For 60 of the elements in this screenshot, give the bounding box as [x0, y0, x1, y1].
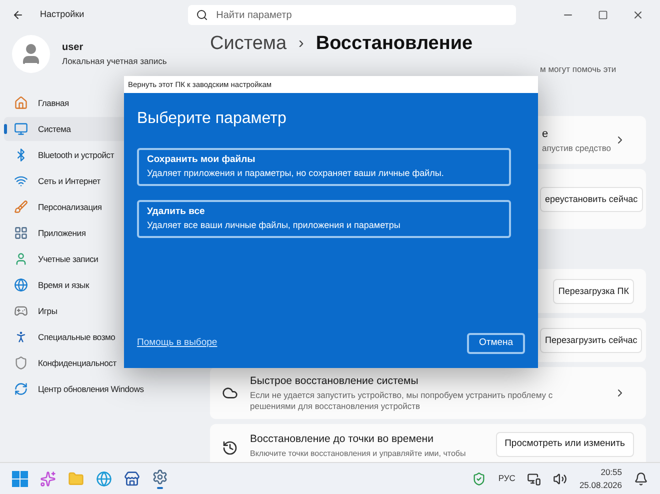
- breadcrumb-parent[interactable]: Система: [210, 30, 287, 58]
- start-icon[interactable]: [12, 470, 28, 486]
- speaker-icon[interactable]: [553, 472, 568, 486]
- sparkle-icon[interactable]: [40, 470, 56, 486]
- selection-indicator: [4, 124, 7, 134]
- bell-icon[interactable]: [634, 472, 648, 486]
- gear-icon[interactable]: [152, 468, 168, 484]
- card-description: Включите точки восстановления и управляйте ими, чтобы: [250, 448, 467, 460]
- shield-icon: [14, 356, 28, 370]
- cancel-button[interactable]: Отмена: [467, 333, 525, 354]
- action-button[interactable]: Перезагрузка ПК: [553, 278, 634, 304]
- window-title: Настройки: [40, 8, 84, 22]
- setting-card[interactable]: Быстрое восстановление системы Если не удается запустить устройство, мы попробуем устранить проблему с решениями для восстановления устройств: [210, 367, 646, 420]
- action-button[interactable]: Перезагрузить сейчас: [540, 328, 642, 353]
- apps-grid-icon: [14, 226, 28, 240]
- action-button[interactable]: ереустановить сейчас: [540, 186, 643, 212]
- network-icon[interactable]: [527, 472, 542, 486]
- action-button[interactable]: Просмотреть или изменить: [496, 432, 634, 456]
- clock-date: 25.08.2026: [579, 478, 622, 492]
- sidebar-item[interactable]: Игры: [4, 299, 206, 323]
- search-icon: [196, 9, 208, 21]
- card-title: е: [542, 126, 550, 142]
- monitor-icon: [14, 122, 28, 136]
- cloud-icon: [222, 385, 238, 402]
- refresh-icon: [14, 382, 28, 396]
- card-title: Восстановление до точки во времени: [250, 432, 434, 448]
- brush-icon: [14, 200, 28, 214]
- help-link[interactable]: Помощь в выборе: [137, 336, 218, 351]
- wifi-icon: [14, 174, 28, 188]
- sidebar-item[interactable]: Учетные записи: [4, 247, 206, 271]
- option-button[interactable]: Удалить все Удаляет все ваши личные файлы, приложения и параметры: [137, 200, 511, 238]
- page-title: Восстановление: [316, 32, 473, 56]
- home-icon: [14, 96, 28, 110]
- user-icon: [14, 252, 28, 266]
- intro-text: м могут помочь эти: [540, 62, 616, 76]
- active-indicator: [157, 486, 163, 488]
- card-title: Быстрое восстановление системы: [250, 374, 420, 390]
- globe-icon: [14, 278, 28, 292]
- maximize-icon[interactable]: [598, 10, 608, 20]
- language-indicator[interactable]: РУС: [498, 472, 516, 485]
- shield-check-icon[interactable]: [472, 472, 486, 486]
- option-button[interactable]: Сохранить мои файлы Удаляет приложения и параметры, но сохраняет ваши личные файлы.: [137, 148, 511, 186]
- card-description: апустив средство: [542, 142, 612, 155]
- sidebar-item[interactable]: Время и язык: [4, 273, 206, 297]
- sidebar-item[interactable]: Центр обновления Windows: [4, 377, 206, 401]
- back-icon[interactable]: [12, 9, 24, 21]
- card-description: Если не удается запустить устройство, мы попробуем устранить проблему с решениями для восстановления устройств: [250, 390, 554, 412]
- close-icon[interactable]: [632, 9, 644, 21]
- history-icon: [222, 440, 238, 456]
- store-icon[interactable]: [124, 470, 140, 486]
- accessibility-icon: [14, 330, 28, 344]
- clock-time: 20:55: [600, 466, 622, 478]
- breadcrumb-separator: ›: [298, 34, 304, 54]
- search-input[interactable]: Найти параметр: [216, 8, 508, 22]
- search-field[interactable]: Найти параметр: [188, 5, 516, 25]
- gamepad-icon: [14, 304, 28, 318]
- user-name: user: [62, 41, 84, 56]
- account-type: Локальная учетная запись: [62, 55, 167, 68]
- browser-icon[interactable]: [96, 470, 112, 486]
- sidebar-item[interactable]: Конфиденциальност: [4, 351, 206, 375]
